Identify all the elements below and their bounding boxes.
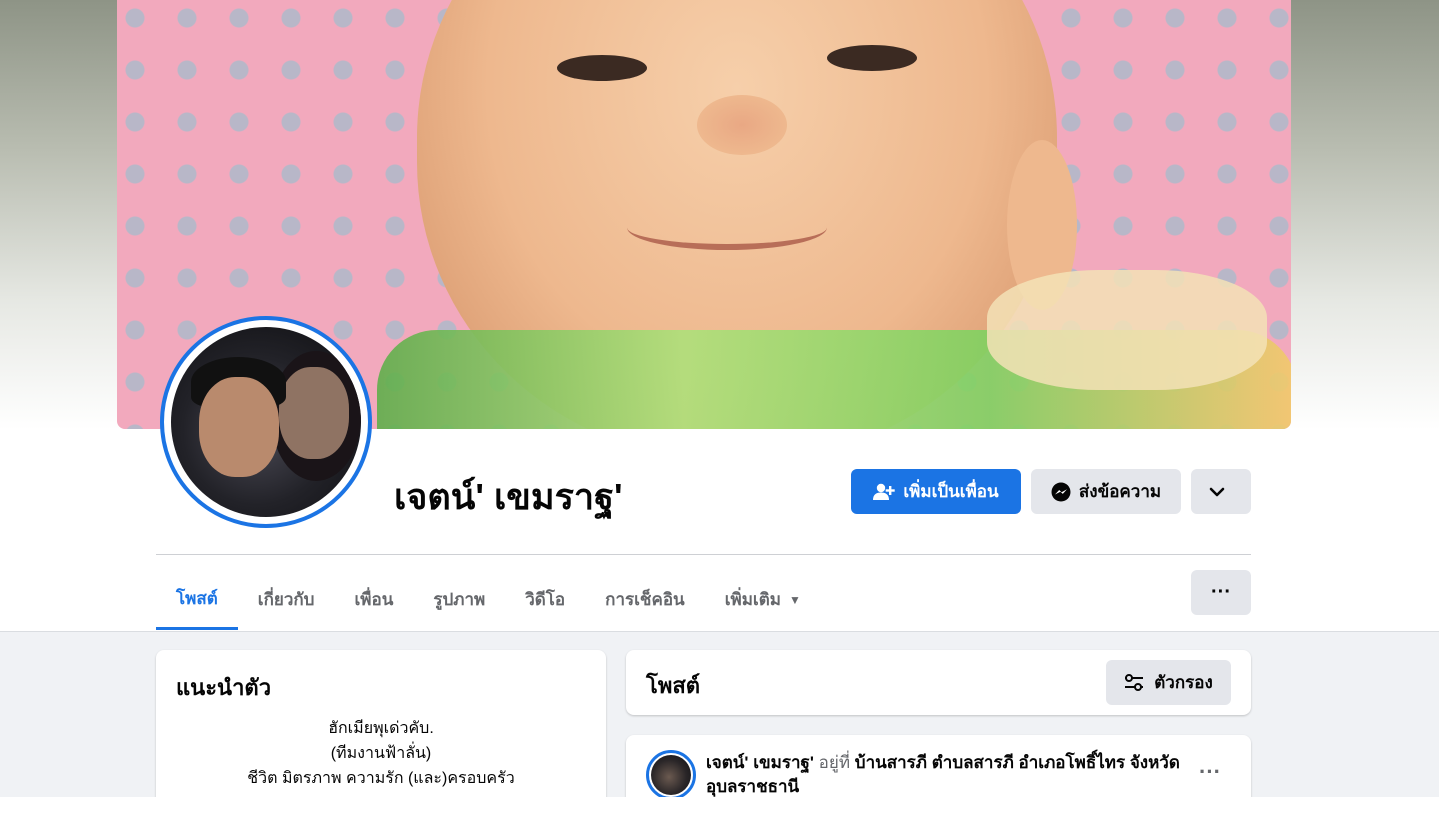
avatar-person-left: [199, 377, 279, 477]
cover-eye-left: [557, 55, 647, 81]
tab-label: เพิ่มเติม: [724, 590, 781, 609]
post-avatar-image: [651, 755, 691, 795]
message-label: ส่งข้อความ: [1078, 482, 1162, 501]
post-author-avatar[interactable]: [646, 750, 696, 800]
caret-down-icon: ▼: [788, 592, 801, 607]
tab-friends[interactable]: เพื่อน: [334, 569, 413, 630]
add-friend-button[interactable]: เพิ่มเป็นเพื่อน: [851, 469, 1021, 514]
intro-line: (ทีมงานฟ้าลั่น): [330, 745, 432, 762]
tab-about[interactable]: เกี่ยวกับ: [238, 569, 335, 630]
cover-toy: [987, 270, 1267, 390]
profile-options-dropdown[interactable]: [1191, 469, 1251, 514]
tab-label: วิดีโอ: [525, 590, 566, 609]
intro-line: ฮักเมียพุเด่วคับ.: [328, 720, 434, 737]
chevron-down-icon: [1209, 487, 1225, 496]
intro-bio: ฮักเมียพุเด่วคับ. (ทีมงานฟ้าลั่น) ชีวิต …: [156, 716, 606, 791]
profile-header: เจตน์' เขมราฐ' เพิ่มเป็นเพื่อน ส่งข้อควา…: [0, 0, 1439, 631]
cover-nose: [697, 95, 787, 155]
tab-posts[interactable]: โพสต์: [156, 569, 238, 630]
posts-title: โพสต์: [646, 673, 701, 698]
tab-videos[interactable]: วิดีโอ: [505, 569, 585, 630]
post-options-button[interactable]: ···: [1199, 759, 1221, 785]
tab-label: รูปภาพ: [433, 590, 486, 609]
intro-title: แนะนำตัว: [176, 675, 272, 700]
tab-more[interactable]: เพิ่มเติม ▼: [705, 569, 821, 630]
post-header: เจตน์' เขมราฐ' อยู่ที่ บ้านสารภี ตำบลสาร…: [706, 751, 1196, 799]
tab-photos[interactable]: รูปภาพ: [413, 569, 505, 630]
filter-button[interactable]: ตัวกรอง: [1106, 660, 1231, 705]
tab-label: การเช็คอิน: [605, 590, 685, 609]
profile-name: เจตน์' เขมราฐ': [394, 476, 623, 517]
ellipsis-icon: ···: [1199, 759, 1221, 784]
sliders-icon: [1125, 673, 1144, 691]
posts-header-card: โพสต์ ตัวกรอง: [626, 650, 1251, 715]
profile-tabs: โพสต์ เกี่ยวกับ เพื่อน รูปภาพ วิดีโอ การ…: [156, 569, 821, 631]
person-plus-icon: [873, 483, 896, 500]
header-divider: [156, 554, 1251, 555]
ellipsis-icon: ···: [1211, 581, 1231, 603]
tab-label: โพสต์: [176, 588, 218, 608]
cover-eye-right: [827, 45, 917, 71]
messenger-icon: [1051, 482, 1071, 501]
tab-checkins[interactable]: การเช็คอิน: [585, 569, 705, 630]
intro-line: ชีวิต มิตรภาพ ความรัก (และ)ครอบครัว: [247, 770, 515, 787]
bottom-edge: [0, 797, 1439, 815]
profile-avatar-image: [171, 327, 361, 517]
tab-label: เพื่อน: [354, 590, 394, 609]
avatar-person-right: [279, 367, 349, 459]
cover-mouth: [627, 205, 827, 250]
profile-avatar[interactable]: [160, 316, 372, 528]
intro-card: แนะนำตัว ฮักเมียพุเด่วคับ. (ทีมงานฟ้าลั่…: [156, 650, 606, 810]
add-friend-label: เพิ่มเป็นเพื่อน: [903, 482, 999, 501]
message-button[interactable]: ส่งข้อความ: [1031, 469, 1181, 514]
post-at-label: อยู่ที่: [818, 753, 851, 772]
tab-label: เกี่ยวกับ: [257, 590, 315, 609]
more-options-button[interactable]: ···: [1191, 570, 1251, 615]
filter-label: ตัวกรอง: [1154, 673, 1213, 692]
post-author-link[interactable]: เจตน์' เขมราฐ': [706, 753, 814, 772]
